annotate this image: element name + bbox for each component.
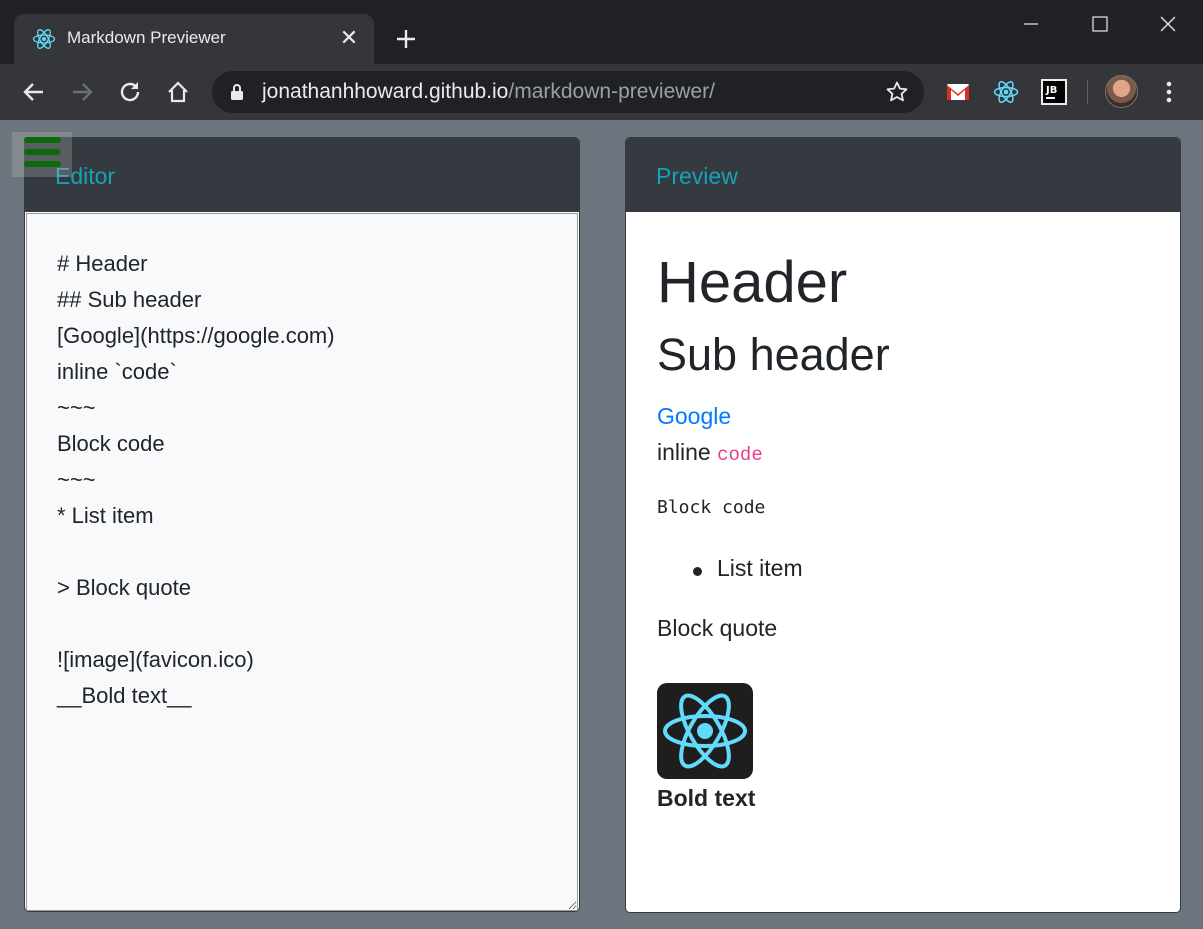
tab-markdown-previewer[interactable]: Markdown Previewer ✕ (14, 14, 374, 64)
address-bar[interactable]: jonathanhhoward.github.io/markdown-previ… (212, 71, 924, 113)
jetbrains-icon[interactable]: JB (1040, 78, 1068, 106)
inline-code: code (717, 444, 763, 466)
tab-strip: Markdown Previewer ✕ (0, 0, 1203, 64)
lock-icon (231, 84, 243, 100)
close-tab-icon[interactable]: ✕ (336, 25, 362, 51)
maximize-button[interactable] (1077, 8, 1123, 40)
preview-title: Preview (656, 163, 738, 189)
tab-title: Markdown Previewer (67, 28, 226, 47)
list-item: List item (717, 555, 803, 581)
preview-inline-code-line: inline code (657, 439, 763, 466)
svg-text:JB: JB (1045, 85, 1057, 96)
editor-header: Editor (25, 138, 579, 212)
close-icon (1160, 16, 1176, 32)
preview-block-quote: Block quote (657, 615, 778, 641)
editor-panel: Editor # Header ## Sub header [Google](h… (24, 137, 580, 912)
url-path: /markdown-previewer/ (508, 80, 715, 103)
preview-heading-1: Header (657, 250, 848, 315)
react-icon (32, 29, 56, 49)
browser-toolbar: jonathanhhoward.github.io/markdown-previ… (0, 64, 1203, 120)
hamburger-bar (24, 161, 61, 167)
forward-icon[interactable] (68, 78, 96, 106)
preview-code-block: Block code (657, 497, 766, 518)
list-bullet (693, 567, 702, 576)
hamburger-menu-button[interactable] (12, 132, 72, 177)
editor-textarea[interactable]: # Header ## Sub header [Google](https://… (26, 213, 578, 911)
preview-image (657, 683, 753, 779)
preview-header: Preview (626, 138, 1180, 212)
gmail-icon[interactable] (944, 78, 972, 106)
close-window-button[interactable] (1145, 8, 1191, 40)
home-icon[interactable] (164, 78, 192, 106)
inline-prefix-text: inline (657, 439, 718, 465)
profile-avatar[interactable] (1105, 75, 1138, 108)
preview-bold-text: Bold text (657, 785, 756, 811)
react-devtools-icon[interactable] (992, 78, 1020, 106)
bookmark-star-icon[interactable] (885, 80, 909, 104)
new-tab-icon[interactable] (392, 25, 420, 53)
url-host: jonathanhhoward.github.io (262, 80, 509, 103)
hamburger-bar (24, 137, 61, 143)
react-icon (663, 693, 747, 769)
hamburger-bar (24, 149, 61, 155)
minimize-icon (1024, 23, 1038, 25)
back-icon[interactable] (20, 78, 48, 106)
preview-link-google[interactable]: Google (657, 403, 731, 430)
minimize-button[interactable] (1008, 8, 1054, 40)
reload-icon[interactable] (116, 78, 144, 106)
more-menu-icon[interactable] (1159, 78, 1179, 106)
toolbar-separator (1087, 80, 1088, 104)
preview-heading-2: Sub header (657, 329, 890, 380)
page: Editor # Header ## Sub header [Google](h… (0, 120, 1203, 929)
preview-panel: Preview Header Sub header Google inline … (625, 137, 1181, 913)
browser-chrome: Markdown Previewer ✕ jonathanhhoward.git… (0, 0, 1203, 120)
url-text: jonathanhhoward.github.io/markdown-previ… (262, 80, 715, 104)
maximize-icon (1092, 16, 1108, 32)
